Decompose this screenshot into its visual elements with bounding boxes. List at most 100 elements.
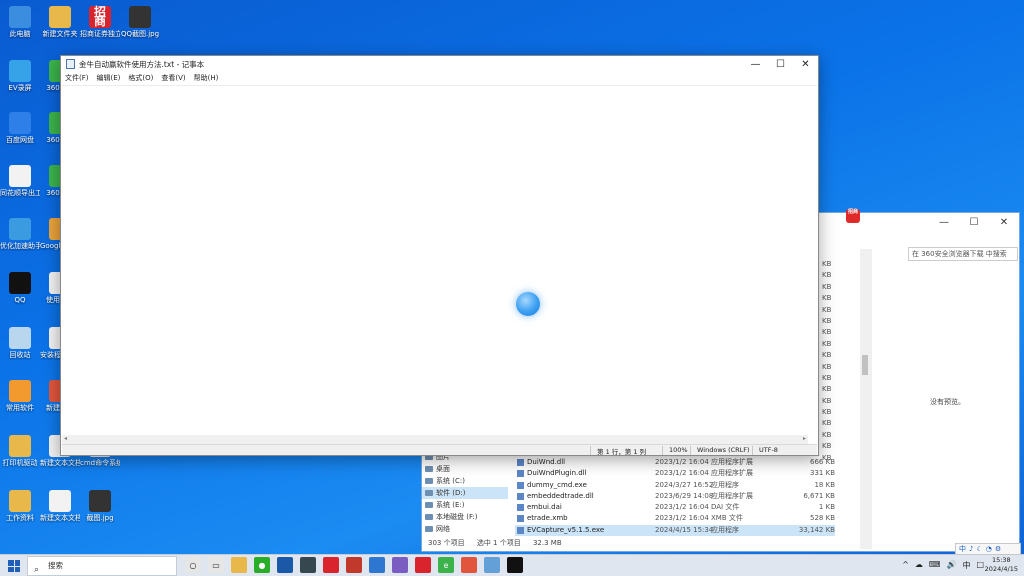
- clock[interactable]: 15:38 2024/4/15: [985, 556, 1018, 574]
- maximize-icon[interactable]: ☐: [768, 56, 793, 72]
- close-icon[interactable]: ✕: [989, 213, 1019, 231]
- desktop-icon-baiduyun[interactable]: 百度网盘: [0, 112, 40, 145]
- file-list[interactable]: DuiWnd.dll 2023/1/2 16:04 应用程序扩展 666 KB DuiW…: [515, 457, 835, 537]
- nav-item[interactable]: 本地磁盘 (F:): [422, 511, 508, 523]
- mahjong-icon: [9, 380, 31, 402]
- maximize-icon[interactable]: ☐: [959, 213, 989, 231]
- tray-icon-4[interactable]: 中: [962, 560, 970, 571]
- taskbar-tool-icon[interactable]: [461, 557, 477, 573]
- taskbar-qq-icon[interactable]: [507, 557, 523, 573]
- desktop-icon-doc5[interactable]: 新建文本文档.txt: [40, 490, 80, 523]
- ime-item-3[interactable]: ◔: [986, 545, 992, 553]
- tray-icon-2[interactable]: ⌨: [929, 560, 941, 571]
- explorer-search-input[interactable]: 在 360安全浏览器下载 中搜索: [908, 247, 1018, 261]
- file-row[interactable]: embeddedtrade.dll 2023/6/29 14:08 应用程序扩展 6,…: [515, 491, 835, 502]
- taskbar-zs-icon[interactable]: [415, 557, 431, 573]
- desktop-icon-mahjong[interactable]: 常用软件: [0, 380, 40, 413]
- file-row[interactable]: DuiWnd.dll 2023/1/2 16:04 应用程序扩展 666 KB: [515, 457, 835, 468]
- nav-item-label: 系统 (C:): [436, 477, 465, 485]
- file-list-scrollbar[interactable]: [860, 249, 872, 549]
- taskbar-notes-icon[interactable]: [369, 557, 385, 573]
- desktop-icon-pc[interactable]: 此电脑: [0, 6, 40, 39]
- size-unit: KB: [822, 419, 832, 428]
- menu-item-3[interactable]: 查看(V): [157, 73, 189, 83]
- menu-item-2[interactable]: 格式(O): [124, 73, 157, 83]
- taskbar-search-input[interactable]: ⌕ 搜索: [27, 556, 177, 576]
- desktop-icon-recycle[interactable]: 回收站: [0, 327, 40, 360]
- tray-icon-1[interactable]: ☁: [915, 560, 923, 571]
- ime-item-0[interactable]: 中: [959, 544, 966, 554]
- tray-icon-3[interactable]: 🔊: [946, 560, 956, 571]
- menu-item-1[interactable]: 编辑(E): [93, 73, 125, 83]
- size-unit: KB: [822, 260, 832, 268]
- menu-item-0[interactable]: 文件(F): [61, 73, 93, 83]
- notepad-window[interactable]: 金牛自动赢软件使用方法.txt - 记事本 — ☐ ✕ 文件(F) 编辑(E) 格式…: [60, 55, 819, 456]
- desktop-icon-qq[interactable]: QQ: [0, 272, 40, 305]
- folder2-icon: [9, 435, 31, 457]
- size-unit: KB: [822, 430, 832, 439]
- notepad-titlebar[interactable]: 金牛自动赢软件使用方法.txt - 记事本: [61, 56, 818, 72]
- taskbar-cortana-icon[interactable]: ○: [185, 557, 201, 573]
- file-row[interactable]: EVCapture_v5.1.5.exe 2024/4/15 15:34 应用程序 3…: [515, 524, 835, 537]
- menu-bar[interactable]: 文件(F) 编辑(E) 格式(O) 查看(V) 帮助(H): [61, 73, 222, 83]
- taskbar-notepad-icon[interactable]: [484, 557, 500, 573]
- file-row[interactable]: DuiWndPlugin.dll 2023/1/2 16:04 应用程序扩展 331 …: [515, 468, 835, 479]
- tray-icon-0[interactable]: ^: [902, 560, 909, 571]
- taskbar-game-icon[interactable]: [346, 557, 362, 573]
- file-name: DuiWndPlugin.dll: [527, 469, 587, 478]
- zhaoshang-badge-icon[interactable]: 招商: [846, 209, 860, 223]
- minimize-icon[interactable]: —: [929, 213, 959, 231]
- text-editor-area[interactable]: [62, 85, 817, 433]
- start-button[interactable]: [8, 560, 20, 572]
- desktop-icon-doc1[interactable]: 同花顺导出工具使用说明.txt: [0, 165, 40, 198]
- minimize-icon[interactable]: —: [743, 56, 768, 72]
- desktop-icon-label: 优化加速助手: [0, 242, 40, 250]
- desktop-icon-label: 常用软件: [6, 404, 34, 412]
- line-ending: Windows (CRLF): [697, 446, 750, 454]
- desktop-icon-folder2[interactable]: 打印机驱动: [0, 435, 40, 468]
- nav-item[interactable]: 系统 (C:): [422, 475, 508, 487]
- menu-item-4[interactable]: 帮助(H): [190, 73, 223, 83]
- desktop-icon-zhaoshang[interactable]: 招商招商证券独立交易: [80, 6, 120, 39]
- ime-item-1[interactable]: ♪: [969, 545, 973, 553]
- ime-item-2[interactable]: ☾: [976, 545, 982, 553]
- taskbar-wechat-icon[interactable]: ●: [254, 557, 270, 573]
- taskbar-taskview-icon[interactable]: ▭: [208, 557, 224, 573]
- nav-item[interactable]: 桌面: [422, 463, 508, 475]
- nav-item[interactable]: 系统 (E:): [422, 499, 508, 511]
- nav-item[interactable]: 网络: [422, 523, 508, 535]
- nav-item[interactable]: 软件 (D:): [422, 487, 508, 499]
- file-row[interactable]: dummy_cmd.exe 2024/3/27 16:52 应用程序 18 KB: [515, 480, 835, 491]
- taskbar-shield-icon[interactable]: [323, 557, 339, 573]
- file-row[interactable]: etrade.xmb 2023/1/2 16:04 XMB 文件 528 KB: [515, 513, 835, 524]
- taskbar-ide-icon[interactable]: [392, 557, 408, 573]
- ime-toolbar[interactable]: 中 ♪ ☾ ◔ ⚙: [955, 543, 1021, 555]
- horizontal-scrollbar[interactable]: ◂ ▸: [62, 435, 808, 444]
- file-row[interactable]: embui.dai 2023/1/2 16:04 DAI 文件 1 KB: [515, 502, 835, 513]
- scroll-right-icon[interactable]: ▸: [803, 435, 806, 442]
- desktop-icon-newfolder[interactable]: 新建文件夹: [40, 6, 80, 39]
- desktop-icon-label: 招商证券独立交易: [80, 30, 120, 38]
- drive-icon: [425, 514, 433, 520]
- file-name: dummy_cmd.exe: [527, 480, 587, 489]
- ime-item-4[interactable]: ⚙: [995, 545, 1001, 553]
- taskbar-explorer-icon[interactable]: [231, 557, 247, 573]
- taskbar-s360-icon[interactable]: e: [438, 557, 454, 573]
- close-icon[interactable]: ✕: [793, 56, 818, 72]
- tray-icon-5[interactable]: □: [976, 560, 984, 571]
- desktop-icon-folder3[interactable]: 工作资料: [0, 490, 40, 523]
- size-unit: KB: [822, 385, 832, 394]
- scroll-left-icon[interactable]: ◂: [64, 435, 67, 442]
- desktop-icon-label: 百度网盘: [6, 136, 34, 144]
- taskbar-calc-icon[interactable]: [300, 557, 316, 573]
- desktop-icon-assistant[interactable]: 优化加速助手: [0, 218, 40, 251]
- desktop-icon-pic2[interactable]: 截图.jpg: [80, 490, 120, 523]
- desktop-icon-evrec[interactable]: EV录屏: [0, 60, 40, 93]
- desktop-icon-pic1[interactable]: QQ截图.jpg: [120, 6, 160, 39]
- desktop-icon-label: cmd命令系统使用说明: [80, 459, 120, 467]
- size-unit: KB: [822, 328, 832, 337]
- taskbar-media-icon[interactable]: [277, 557, 293, 573]
- size-unit: KB: [822, 305, 832, 314]
- file-icon: [517, 504, 524, 512]
- navigation-pane[interactable]: 图片 桌面 系统 (C:) 软件 (D:) 系统 (E:) 本地磁盘 (F:) 网络: [422, 451, 508, 539]
